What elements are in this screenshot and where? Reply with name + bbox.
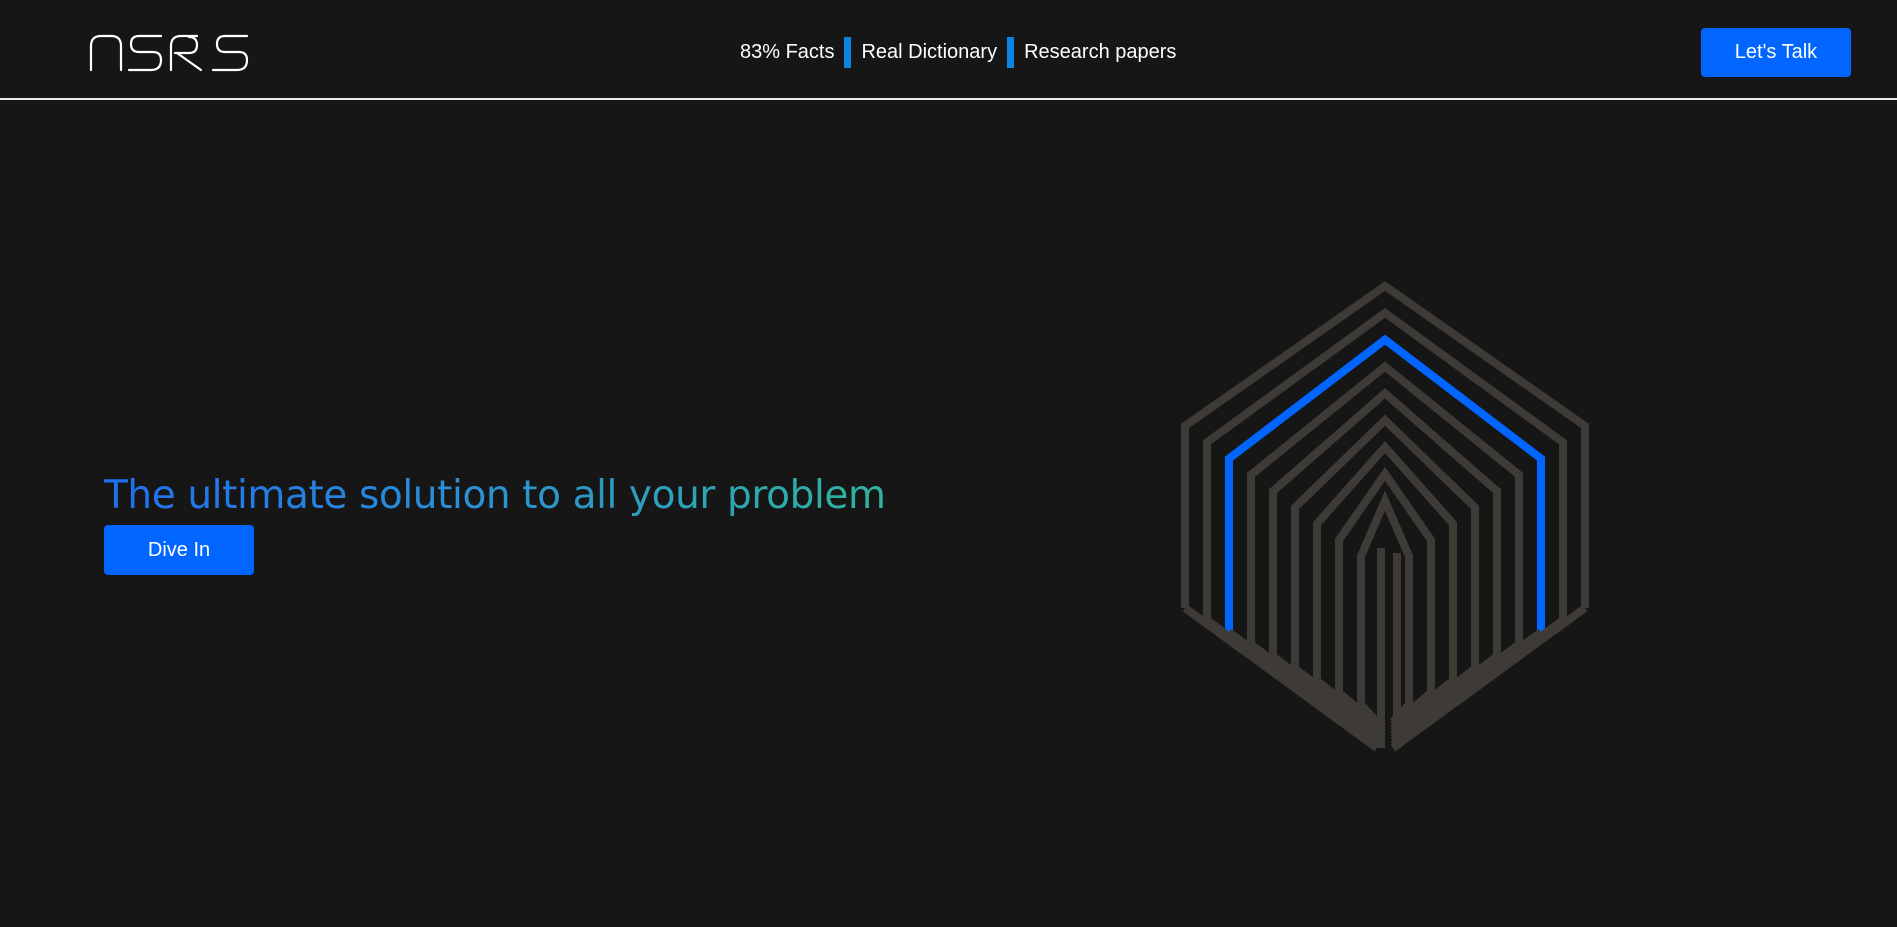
cube-spine-line [1377,548,1401,748]
site-header: 83% Facts Real Dictionary Research paper… [0,0,1897,100]
nav-link-facts[interactable]: 83% Facts [740,37,834,67]
hero-title: The ultimate solution to all your proble… [104,470,886,522]
nav-separator [844,36,852,68]
isometric-cube-illustration-icon [1181,281,1589,752]
main-nav: 83% Facts Real Dictionary Research paper… [740,36,1176,68]
dive-in-button[interactable]: Dive In [104,525,254,575]
nsrs-logo-icon[interactable] [89,32,249,72]
nav-link-dictionary[interactable]: Real Dictionary [861,37,997,67]
page: 83% Facts Real Dictionary Research paper… [0,0,1897,927]
nav-link-research[interactable]: Research papers [1024,37,1176,67]
nav-separator [1007,36,1015,68]
lets-talk-button[interactable]: Let's Talk [1701,28,1851,77]
